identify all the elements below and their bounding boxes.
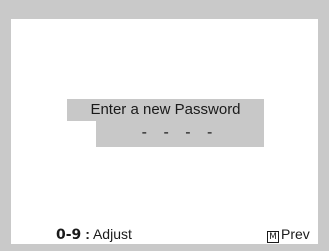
osd-frame: Enter a new Password - - - - 0-9: Adjust … <box>0 0 329 251</box>
password-prompt-label: Enter a new Password <box>90 101 241 118</box>
footer-adjust-hint: 0-9: Adjust <box>56 224 132 244</box>
osd-screen: Enter a new Password - - - - 0-9: Adjust … <box>11 19 318 244</box>
footer-prev-hint[interactable]: M Prev <box>267 224 310 244</box>
password-input[interactable]: - - - - <box>96 121 264 147</box>
prev-label: Prev <box>281 226 310 242</box>
password-entry-box[interactable]: - - - - <box>96 121 264 147</box>
separator: : <box>85 226 90 242</box>
adjust-label: Adjust <box>92 226 132 242</box>
password-prompt-box: Enter a new Password <box>67 99 264 121</box>
number-keys-label: 0-9 <box>56 227 82 243</box>
menu-button-icon: M <box>267 231 279 243</box>
